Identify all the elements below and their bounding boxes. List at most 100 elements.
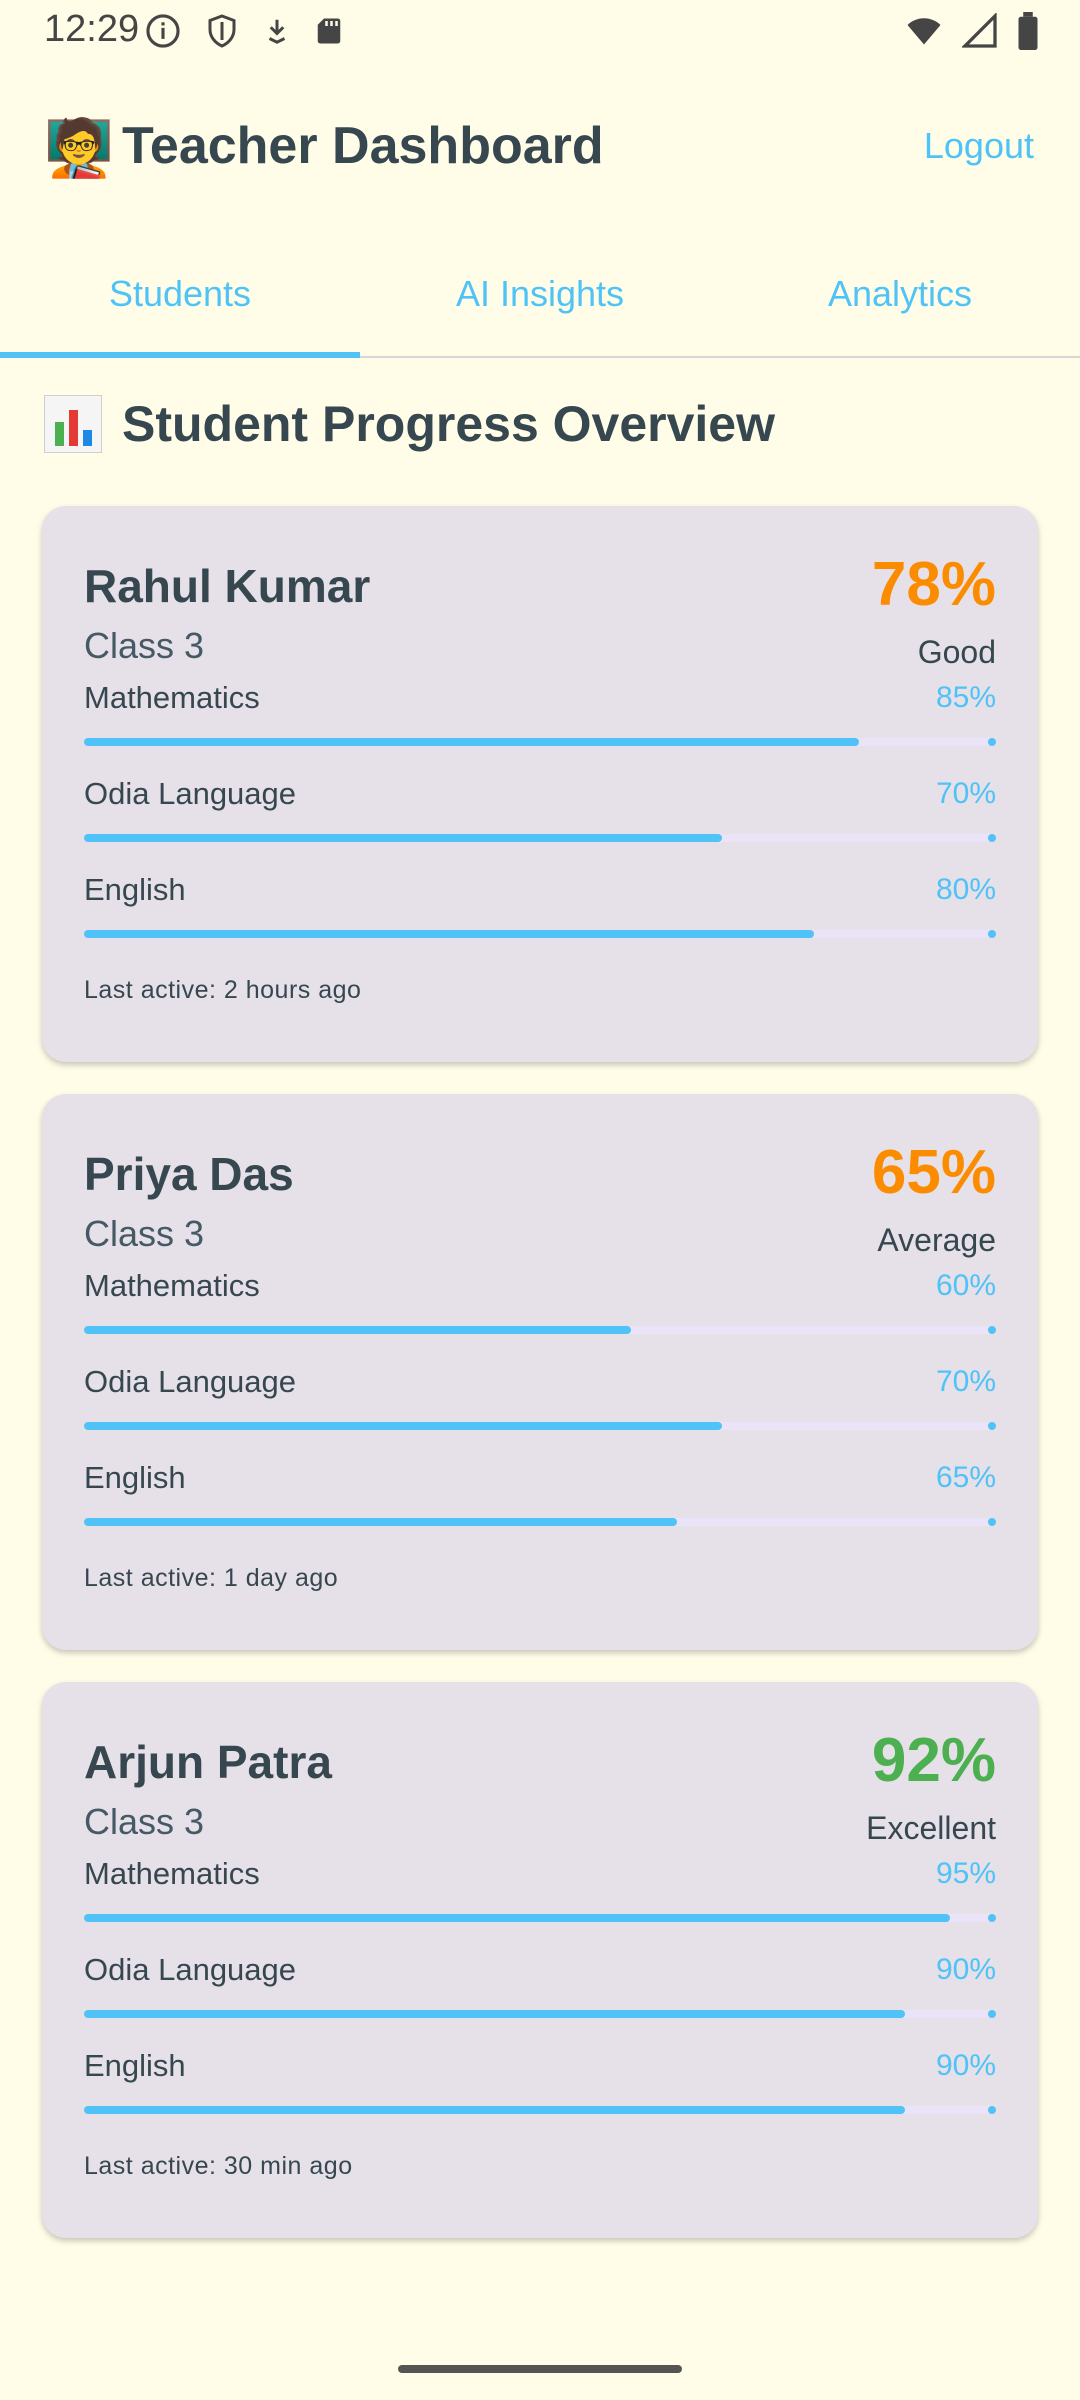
progress-bar-end-dot [988, 930, 996, 938]
subject-name: Mathematics [84, 680, 260, 715]
tab-ai-insights[interactable]: AI Insights [360, 232, 720, 356]
subject-percent: 90% [935, 2049, 996, 2082]
teacher-icon: 🧑‍🏫 [44, 116, 114, 179]
subject-percent: 70% [935, 1365, 996, 1398]
progress-bar-fill [84, 930, 814, 938]
subject-name: Odia Language [84, 776, 297, 811]
progress-bar-fill [84, 834, 723, 842]
progress-bar-fill [84, 2106, 905, 2114]
progress-bar [84, 1518, 996, 1526]
home-indicator[interactable] [398, 2365, 682, 2373]
tab-bar: Students AI Insights Analytics [0, 232, 1080, 358]
progress-bar [84, 2106, 996, 2114]
subject-percent: 80% [935, 873, 996, 906]
subject-row: English 65% [84, 1458, 996, 1554]
subject-row: Mathematics 60% [84, 1266, 996, 1362]
progress-bar-fill [84, 1422, 723, 1430]
subject-row: Odia Language 70% [84, 774, 996, 870]
subject-row: English 80% [84, 870, 996, 966]
overall-score: 92% [871, 1726, 996, 1795]
progress-bar [84, 1422, 996, 1430]
student-card-header: Priya Das Class 3 65% Average [84, 1138, 996, 1266]
subject-name: English [84, 2048, 186, 2083]
tab-students[interactable]: Students [0, 232, 360, 358]
subject-percent: 60% [935, 1269, 996, 1302]
subject-name: Mathematics [84, 1268, 260, 1303]
grade-label: Good [917, 634, 996, 670]
student-card-header: Arjun Patra Class 3 92% Excellent [84, 1726, 996, 1854]
subject-percent: 65% [935, 1461, 996, 1494]
student-card[interactable]: Priya Das Class 3 65% Average Mathematic… [42, 1094, 1038, 1650]
status-left-icons [144, 12, 344, 50]
grade-label: Excellent [866, 1810, 996, 1846]
progress-bar-end-dot [988, 2010, 996, 2018]
progress-bar-end-dot [988, 738, 996, 746]
signal-icon [962, 13, 998, 49]
progress-bar-end-dot [988, 1326, 996, 1334]
download-arrow-icon [262, 13, 292, 49]
progress-bar-end-dot [988, 1914, 996, 1922]
tab-analytics[interactable]: Analytics [720, 232, 1080, 356]
subject-row: Mathematics 85% [84, 678, 996, 774]
progress-bar-fill [84, 1914, 951, 1922]
page-title: Teacher Dashboard [122, 117, 604, 175]
subject-percent: 90% [935, 1953, 996, 1986]
student-class: Class 3 [84, 1801, 205, 1842]
progress-bar-end-dot [988, 1518, 996, 1526]
status-right-icons [904, 12, 1040, 50]
battery-icon [1016, 12, 1040, 50]
subject-row: Mathematics 95% [84, 1854, 996, 1950]
progress-bar-end-dot [988, 1422, 996, 1430]
progress-bar [84, 1326, 996, 1334]
last-active: Last active: 1 day ago [84, 1564, 339, 1592]
student-name: Arjun Patra [84, 1736, 332, 1788]
subject-name: Odia Language [84, 1952, 297, 1987]
overall-score: 78% [871, 550, 996, 619]
info-icon [144, 12, 182, 50]
progress-bar [84, 1914, 996, 1922]
subject-name: English [84, 1460, 186, 1495]
last-active: Last active: 2 hours ago [84, 976, 362, 1004]
student-card[interactable]: Arjun Patra Class 3 92% Excellent Mathem… [42, 1682, 1038, 2238]
subject-percent: 95% [935, 1857, 996, 1890]
student-card[interactable]: Rahul Kumar Class 3 78% Good Mathematics… [42, 506, 1038, 1062]
progress-bar-fill [84, 1326, 632, 1334]
progress-bar-end-dot [988, 2106, 996, 2114]
subject-name: English [84, 872, 186, 907]
progress-bar-fill [84, 738, 860, 746]
bottom-area [0, 2296, 1080, 2400]
subject-name: Odia Language [84, 1364, 297, 1399]
section-title: Student Progress Overview [122, 396, 776, 452]
subject-row: English 90% [84, 2046, 996, 2142]
progress-bar [84, 930, 996, 938]
subject-name: Mathematics [84, 1856, 260, 1891]
shield-icon [204, 12, 240, 50]
logout-button[interactable]: Logout [924, 122, 1034, 170]
student-class: Class 3 [84, 1213, 205, 1254]
subject-percent: 70% [935, 777, 996, 810]
section-header: Student Progress Overview [44, 388, 775, 460]
status-bar: 12:29 [0, 0, 1080, 64]
progress-bar-end-dot [988, 834, 996, 842]
sd-card-icon [314, 13, 344, 49]
student-class: Class 3 [84, 625, 205, 666]
progress-bar-fill [84, 1518, 677, 1526]
grade-label: Average [877, 1222, 996, 1258]
app-header: 🧑‍🏫 Teacher Dashboard Logout [0, 100, 1080, 196]
progress-bar [84, 834, 996, 842]
progress-bar [84, 2010, 996, 2018]
progress-bar [84, 738, 996, 746]
wifi-icon [904, 13, 944, 49]
student-name: Priya Das [84, 1148, 294, 1200]
subject-percent: 85% [935, 681, 996, 714]
last-active: Last active: 30 min ago [84, 2152, 353, 2180]
overall-score: 65% [871, 1138, 996, 1207]
status-time: 12:29 [44, 8, 140, 50]
student-card-header: Rahul Kumar Class 3 78% Good [84, 550, 996, 678]
bar-chart-icon [44, 395, 102, 453]
subject-row: Odia Language 90% [84, 1950, 996, 2046]
progress-bar-fill [84, 2010, 905, 2018]
student-name: Rahul Kumar [84, 560, 371, 612]
student-list: Rahul Kumar Class 3 78% Good Mathematics… [42, 506, 1038, 2270]
subject-row: Odia Language 70% [84, 1362, 996, 1458]
